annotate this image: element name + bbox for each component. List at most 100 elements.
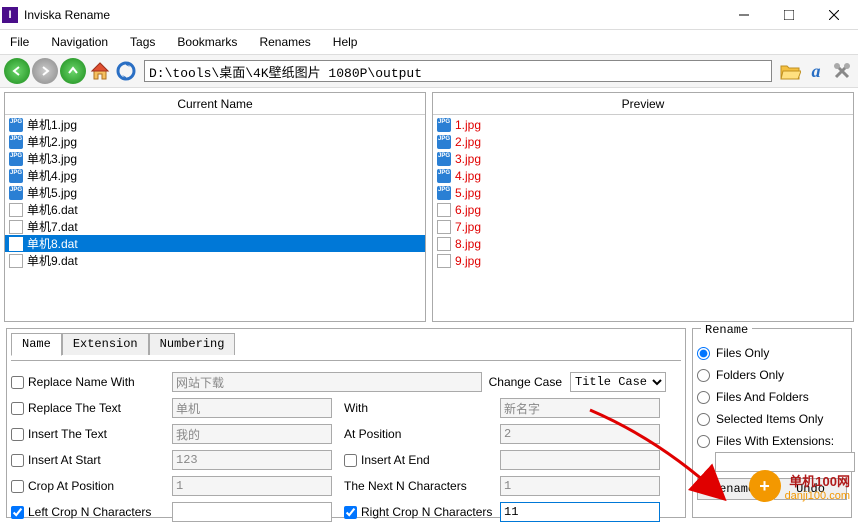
right-crop-checkbox[interactable] <box>344 506 357 519</box>
current-file-list[interactable]: 单机1.jpg单机2.jpg单机3.jpg单机4.jpg单机5.jpg单机6.d… <box>5 115 425 321</box>
file-row[interactable]: 3.jpg <box>433 150 853 167</box>
minimize-button[interactable] <box>721 1 766 29</box>
dat-file-icon <box>437 237 451 251</box>
radio-selected-only[interactable] <box>697 413 710 426</box>
up-button[interactable] <box>60 58 86 84</box>
file-row[interactable]: 单机3.jpg <box>5 150 425 167</box>
replace-name-label: Replace Name With <box>28 375 168 389</box>
insert-text-input[interactable] <box>172 424 332 444</box>
replace-text-checkbox[interactable] <box>11 402 24 415</box>
tab-numbering[interactable]: Numbering <box>149 333 236 355</box>
replace-name-checkbox[interactable] <box>11 376 24 389</box>
file-row[interactable]: 单机1.jpg <box>5 116 425 133</box>
file-row[interactable]: 单机4.jpg <box>5 167 425 184</box>
path-input[interactable] <box>144 60 772 82</box>
file-row[interactable]: 9.jpg <box>433 252 853 269</box>
menu-renames[interactable]: Renames <box>255 33 314 51</box>
dat-file-icon <box>9 237 23 251</box>
menu-navigation[interactable]: Navigation <box>47 33 112 51</box>
preview-file-list[interactable]: 1.jpg2.jpg 3.jpg4.jpg5.jpg6.jpg 7.jpg8.jpg… <box>433 115 853 321</box>
dat-file-icon <box>437 220 451 234</box>
jpg-file-icon <box>437 118 451 132</box>
at-position-input[interactable] <box>500 424 660 444</box>
home-button[interactable] <box>88 59 112 83</box>
file-row[interactable]: 1.jpg <box>433 116 853 133</box>
radio-files-only[interactable] <box>697 347 710 360</box>
file-row[interactable]: 单机5.jpg <box>5 184 425 201</box>
menu-tags[interactable]: Tags <box>126 33 159 51</box>
file-row[interactable]: 4.jpg <box>433 167 853 184</box>
change-case-select[interactable]: Title Case <box>570 372 666 392</box>
insert-text-checkbox[interactable] <box>11 428 24 441</box>
file-row[interactable]: 5.jpg <box>433 184 853 201</box>
insert-start-input[interactable] <box>172 450 332 470</box>
file-name: 单机5.jpg <box>27 184 77 201</box>
close-button[interactable] <box>811 1 856 29</box>
file-name: 3.jpg <box>455 152 481 166</box>
insert-end-checkbox[interactable] <box>344 454 357 467</box>
file-row[interactable]: 单机9.dat <box>5 252 425 269</box>
file-row[interactable]: 单机2.jpg <box>5 133 425 150</box>
case-button[interactable]: a <box>804 59 828 83</box>
file-row[interactable]: 单机8.dat <box>5 235 425 252</box>
arrow-right-icon <box>38 64 52 78</box>
tab-extension[interactable]: Extension <box>62 333 149 355</box>
file-row[interactable]: 6.jpg <box>433 201 853 218</box>
menu-file[interactable]: File <box>6 33 33 51</box>
left-crop-checkbox[interactable] <box>11 506 24 519</box>
with-label: With <box>336 401 496 415</box>
back-button[interactable] <box>4 58 30 84</box>
current-name-header[interactable]: Current Name <box>5 93 425 115</box>
change-case-label: Change Case <box>486 375 566 389</box>
jpg-file-icon <box>437 135 451 149</box>
radio-with-ext-label: Files With Extensions: <box>716 434 834 448</box>
crop-at-input[interactable] <box>172 476 332 496</box>
preview-header[interactable]: Preview <box>433 93 853 115</box>
file-row[interactable]: 2.jpg <box>433 133 853 150</box>
file-panes: Current Name 单机1.jpg单机2.jpg单机3.jpg单机4.jp… <box>0 88 858 322</box>
left-crop-input[interactable] <box>172 502 332 522</box>
file-row[interactable]: 单机7.dat <box>5 218 425 235</box>
file-row[interactable]: 7.jpg <box>433 218 853 235</box>
arrow-up-icon <box>66 64 80 78</box>
crop-at-checkbox[interactable] <box>11 480 24 493</box>
current-name-pane: Current Name 单机1.jpg单机2.jpg单机3.jpg单机4.jp… <box>4 92 426 322</box>
refresh-icon <box>115 60 137 82</box>
with-input[interactable] <box>500 398 660 418</box>
jpg-file-icon <box>9 152 23 166</box>
dat-file-icon <box>9 203 23 217</box>
crop-at-label: Crop At Position <box>28 479 168 493</box>
file-name: 7.jpg <box>455 220 481 234</box>
controls-area: Name Extension Numbering Replace Name Wi… <box>0 322 858 524</box>
settings-button[interactable] <box>830 59 854 83</box>
file-row[interactable]: 8.jpg <box>433 235 853 252</box>
dat-file-icon <box>437 203 451 217</box>
forward-button[interactable] <box>32 58 58 84</box>
radio-with-ext[interactable] <box>697 435 710 448</box>
tabs: Name Extension Numbering <box>11 333 681 355</box>
replace-text-input[interactable] <box>172 398 332 418</box>
refresh-button[interactable] <box>114 59 138 83</box>
insert-text-label: Insert The Text <box>28 427 168 441</box>
folder-open-icon <box>779 61 801 81</box>
open-folder-button[interactable] <box>778 59 802 83</box>
tab-name[interactable]: Name <box>11 333 62 356</box>
radio-files-folders[interactable] <box>697 391 710 404</box>
dat-file-icon <box>437 254 451 268</box>
jpg-file-icon <box>437 169 451 183</box>
maximize-button[interactable] <box>766 1 811 29</box>
next-n-input[interactable] <box>500 476 660 496</box>
radio-folders-only[interactable] <box>697 369 710 382</box>
insert-start-checkbox[interactable] <box>11 454 24 467</box>
menu-help[interactable]: Help <box>329 33 362 51</box>
menu-bookmarks[interactable]: Bookmarks <box>173 33 241 51</box>
maximize-icon <box>784 10 794 20</box>
replace-name-input[interactable] <box>172 372 482 392</box>
file-row[interactable]: 单机6.dat <box>5 201 425 218</box>
watermark-logo-icon: + <box>749 470 781 502</box>
extensions-input[interactable] <box>715 452 855 472</box>
file-name: 单机8.dat <box>27 235 78 252</box>
radio-files-folders-label: Files And Folders <box>716 390 809 404</box>
insert-end-input[interactable] <box>500 450 660 470</box>
right-crop-input[interactable] <box>500 502 660 522</box>
